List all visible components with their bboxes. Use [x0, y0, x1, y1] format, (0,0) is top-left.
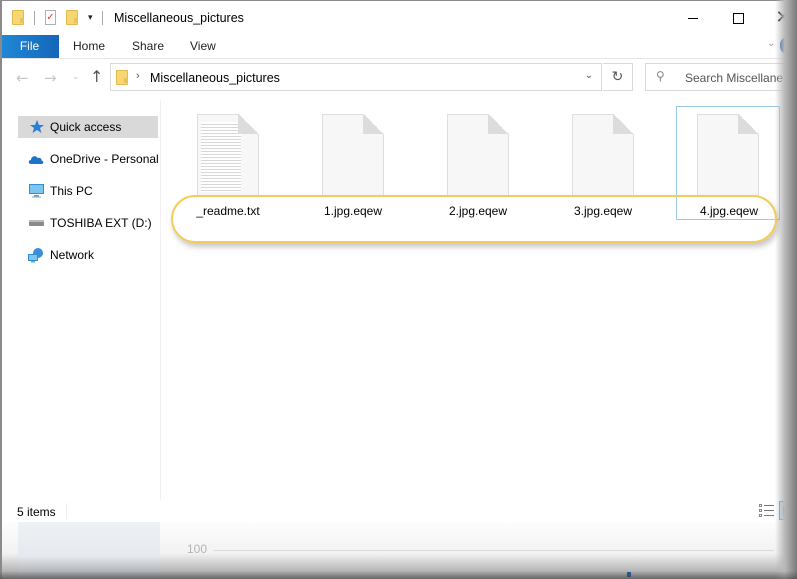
- file-item[interactable]: _readme.txt: [176, 108, 280, 222]
- window-border: [0, 0, 797, 1]
- network-icon: [28, 247, 44, 262]
- page-fold: [738, 114, 759, 134]
- maximize-button[interactable]: [715, 4, 761, 32]
- window-border: [0, 0, 2, 579]
- window-title: Miscellaneous_pictures: [114, 11, 244, 25]
- folder-icon: [12, 10, 24, 25]
- search-icon: ⚲: [656, 69, 665, 83]
- toolbar-divider: [101, 10, 103, 25]
- quick-access-toolbar: ✓ ▾: [12, 10, 113, 25]
- file-item[interactable]: 3.jpg.eqew: [551, 108, 655, 222]
- breadcrumb-separator-icon[interactable]: ›: [136, 70, 140, 82]
- status-bar: 5 items: [2, 500, 797, 522]
- help-button[interactable]: ?: [780, 37, 795, 54]
- tab-view[interactable]: View: [190, 35, 216, 58]
- large-icons-icon: [783, 506, 795, 515]
- file-item[interactable]: 1.jpg.eqew: [301, 108, 405, 222]
- toolbar-divider: [34, 10, 35, 25]
- file-name: _readme.txt: [196, 204, 260, 218]
- sidebar-item-label: This PC: [50, 184, 93, 198]
- background-data-point: [627, 572, 631, 577]
- sidebar-item-label: Network: [50, 248, 95, 262]
- close-button[interactable]: ✕: [760, 4, 797, 32]
- file-item[interactable]: 2.jpg.eqew: [426, 108, 530, 222]
- page-fold: [488, 114, 509, 134]
- status-divider: [66, 503, 67, 519]
- sidebar-item-quick-access[interactable]: Quick access: [18, 116, 158, 138]
- search-input[interactable]: ⚲ Search Miscellane...: [645, 63, 795, 91]
- maximize-icon: [732, 12, 744, 24]
- sidebar-item-network[interactable]: Network: [18, 244, 158, 266]
- minimize-button[interactable]: [670, 4, 716, 32]
- navigation-pane: Quick access OneDrive - Personal This PC…: [2, 100, 161, 500]
- file-list: _readme.txt 1.jpg.eqew 2.jpg.eqew 3.jpg.…: [161, 100, 780, 500]
- file-name: 2.jpg.eqew: [448, 204, 508, 218]
- back-button[interactable]: ←: [16, 69, 29, 87]
- properties-icon[interactable]: ✓: [45, 10, 56, 25]
- background-gridline: [214, 550, 774, 551]
- sidebar-item-this-pc[interactable]: This PC: [18, 180, 158, 202]
- breadcrumb-item[interactable]: Miscellaneous_pictures: [150, 71, 280, 85]
- sidebar-item-toshiba-drive[interactable]: TOSHIBA EXT (D:): [18, 212, 158, 234]
- address-bar[interactable]: › Miscellaneous_pictures ⌄: [110, 63, 602, 91]
- forward-button[interactable]: →: [44, 69, 57, 87]
- file-item-focused[interactable]: 4.jpg.eqew: [676, 106, 780, 220]
- search-placeholder: Search Miscellane...: [685, 71, 794, 85]
- details-view-button[interactable]: [759, 503, 775, 518]
- close-icon: ✕: [775, 7, 791, 28]
- sidebar-item-onedrive[interactable]: OneDrive - Personal: [18, 148, 159, 170]
- cloud-icon: [28, 152, 44, 166]
- drive-icon: [28, 216, 44, 230]
- file-name: 4.jpg.eqew: [699, 204, 759, 218]
- page-fold: [238, 114, 259, 134]
- new-folder-icon[interactable]: [66, 10, 78, 25]
- customize-dropdown-icon[interactable]: ▾: [88, 12, 93, 23]
- star-icon: [28, 120, 44, 134]
- large-icons-view-button[interactable]: [779, 501, 797, 520]
- tab-home[interactable]: Home: [73, 35, 105, 58]
- up-button[interactable]: ↑: [90, 67, 103, 86]
- sidebar-item-label: OneDrive - Personal: [50, 152, 159, 166]
- page-fold: [613, 114, 634, 134]
- background-sidebar: [18, 522, 160, 579]
- background-page: 100: [0, 522, 797, 579]
- monitor-icon: [28, 184, 44, 198]
- sidebar-item-label: TOSHIBA EXT (D:): [50, 216, 152, 230]
- minimize-icon: [688, 17, 698, 19]
- folder-icon: [116, 70, 128, 85]
- tab-share[interactable]: Share: [132, 35, 164, 58]
- tab-file[interactable]: File: [2, 35, 59, 58]
- address-dropdown-icon[interactable]: ⌄: [585, 70, 593, 81]
- text-lines: [201, 122, 241, 192]
- navigation-bar: ← → ⌄ ↑ › Miscellaneous_pictures ⌄ ↻ ⚲ S…: [2, 59, 797, 97]
- sidebar-item-label: Quick access: [50, 120, 122, 134]
- file-name: 1.jpg.eqew: [323, 204, 383, 218]
- item-count: 5 items: [17, 505, 56, 519]
- expand-ribbon-icon[interactable]: ⌄: [767, 38, 775, 49]
- page-fold: [363, 114, 384, 134]
- recent-locations-icon[interactable]: ⌄: [72, 71, 80, 82]
- file-name: 3.jpg.eqew: [573, 204, 633, 218]
- title-bar: ✓ ▾ Miscellaneous_pictures ✕: [2, 1, 791, 35]
- ribbon-tabs: File Home Share View ⌄: [2, 35, 797, 59]
- refresh-button[interactable]: ↻: [603, 63, 633, 91]
- background-axis-tick-label: 100: [187, 542, 208, 556]
